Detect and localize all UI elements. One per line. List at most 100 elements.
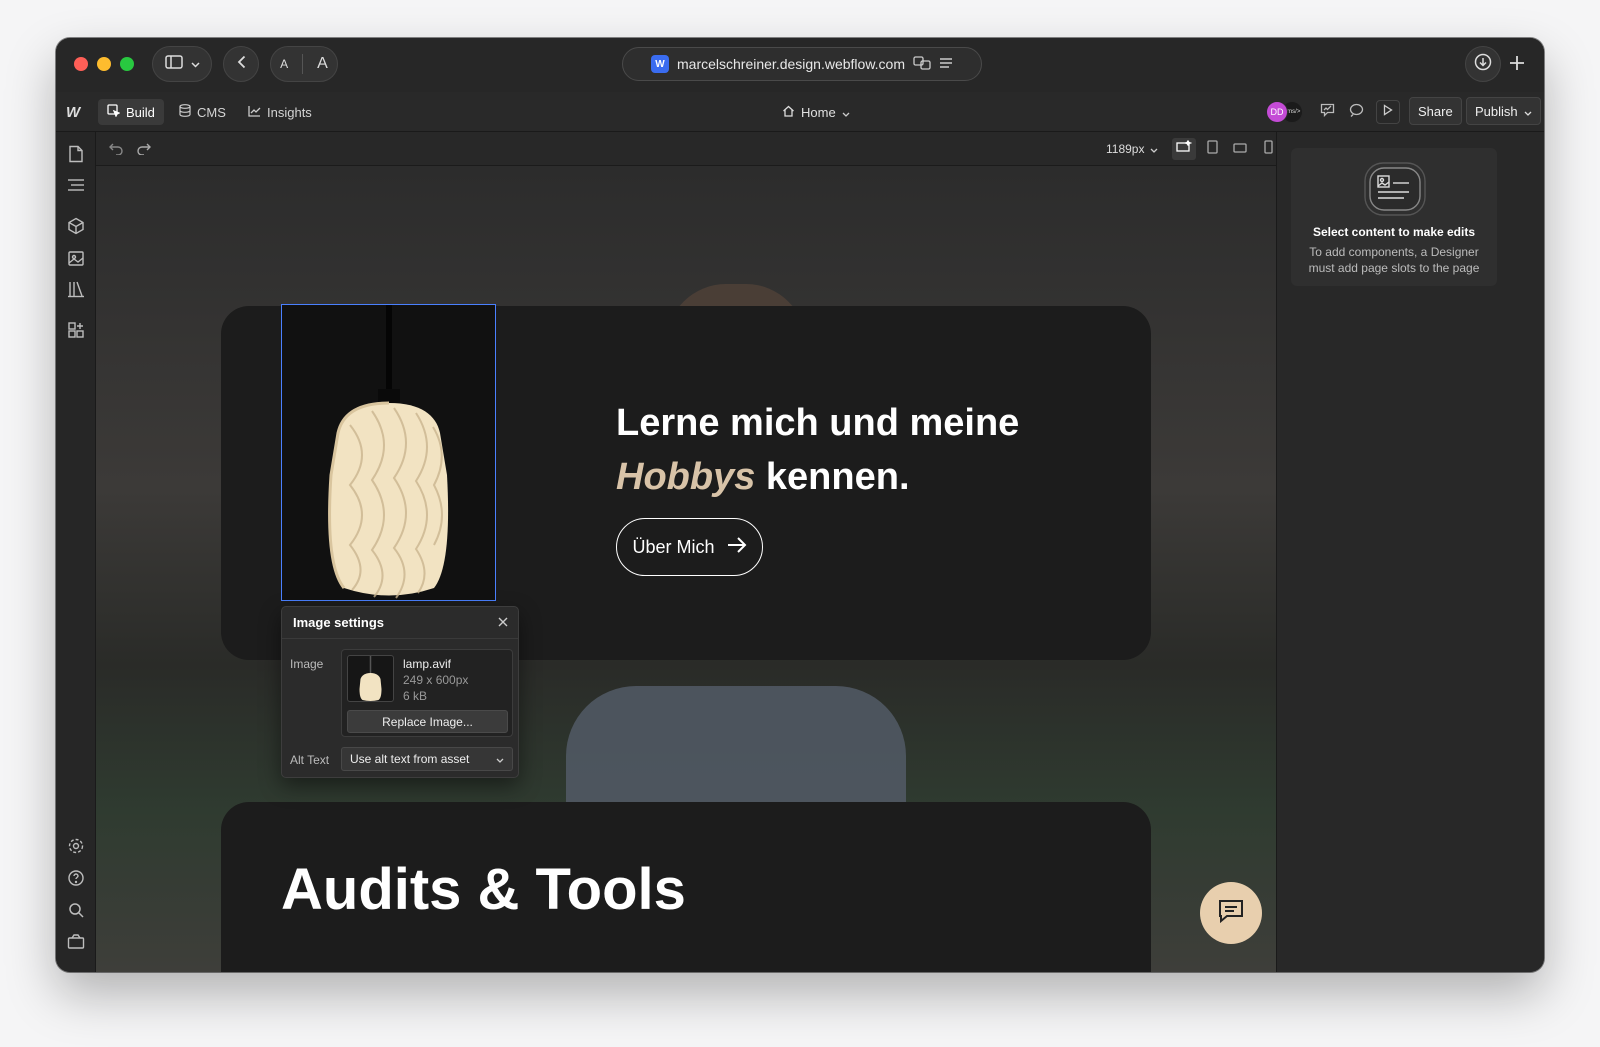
page-selector[interactable]: Home	[782, 99, 850, 125]
canvas-width-value: 1189px	[1106, 142, 1145, 156]
share-button[interactable]: Share	[1409, 97, 1462, 125]
select-content-icon	[1364, 162, 1426, 223]
chevron-down-icon	[496, 752, 504, 766]
comment-button[interactable]	[1345, 101, 1367, 123]
desktop-star-icon	[1176, 139, 1193, 158]
page-selector-label: Home	[801, 104, 836, 120]
tab-insights[interactable]: Insights	[239, 99, 321, 125]
apps-icon[interactable]	[66, 320, 86, 340]
mobile-landscape-icon	[1233, 140, 1247, 158]
empty-state-description: To add components, a Designer must add p…	[1308, 245, 1480, 275]
chevron-down-icon	[1524, 104, 1532, 119]
tab-cms-label: CMS	[197, 104, 226, 120]
comment-icon	[1349, 103, 1364, 122]
tablet-icon	[1206, 139, 1218, 159]
empty-state-card: Select content to make edits To add comp…	[1291, 148, 1497, 286]
annotate-icon	[1320, 103, 1335, 122]
chevron-down-icon	[1150, 142, 1158, 156]
search-icon[interactable]	[66, 900, 86, 920]
publish-button-label: Publish	[1475, 103, 1518, 119]
downloads-button[interactable]	[1465, 46, 1501, 82]
lamp-illustration-icon	[328, 305, 449, 599]
back-button[interactable]	[223, 46, 259, 82]
webflow-logo-icon[interactable]: W	[66, 104, 80, 121]
alt-text-select[interactable]: Use alt text from asset	[341, 747, 513, 771]
popup-title: Image settings	[293, 615, 385, 630]
help-icon[interactable]	[66, 868, 86, 888]
headline-line2: Hobbys kennen.	[616, 450, 1019, 504]
canvas-width-selector[interactable]: 1189px	[1106, 142, 1158, 156]
play-icon	[1383, 103, 1393, 121]
user-avatar[interactable]: DD	[1266, 101, 1288, 123]
popup-header: Image settings	[282, 607, 518, 639]
breakpoint-desktop-button[interactable]	[1172, 138, 1196, 160]
text-smaller-button[interactable]: A	[280, 57, 288, 71]
asset-dimensions: 249 x 600px	[403, 673, 469, 687]
breakpoint-tablet-button[interactable]	[1202, 139, 1222, 159]
address-bar[interactable]: W marcelschreiner.design.webflow.com	[622, 47, 982, 81]
headline-line1: Lerne mich und meine	[616, 402, 1020, 444]
preview-button[interactable]	[1376, 100, 1400, 124]
chevron-down-icon	[842, 105, 850, 120]
components-icon[interactable]	[66, 216, 86, 236]
ueber-mich-button[interactable]: Über Mich	[616, 518, 763, 576]
webflow-favicon-icon: W	[651, 55, 669, 73]
breakpoint-landscape-button[interactable]	[1230, 139, 1250, 159]
browser-window: A A W marcelschreiner.design.webflow.com…	[56, 38, 1544, 972]
chat-icon	[1218, 899, 1244, 928]
divider	[302, 54, 304, 74]
image-settings-popup: Image settings Image lamp.avif 249 x 600…	[281, 606, 519, 778]
undo-icon[interactable]	[106, 139, 126, 159]
chevron-down-icon	[190, 55, 200, 73]
alt-text-value: Use alt text from asset	[350, 752, 470, 766]
video-tutorials-icon[interactable]	[66, 932, 86, 952]
download-icon	[1474, 53, 1492, 76]
publish-button[interactable]: Publish	[1466, 97, 1541, 125]
mobile-portrait-icon	[1263, 139, 1273, 159]
left-sidebar	[56, 132, 96, 972]
lamp-image[interactable]	[281, 304, 496, 601]
minimize-window-button[interactable]	[97, 57, 111, 71]
right-panel: Select content to make edits To add comp…	[1276, 132, 1544, 972]
browser-titlebar: A A W marcelschreiner.design.webflow.com	[56, 38, 1544, 92]
reader-icon[interactable]	[939, 56, 953, 72]
redo-icon[interactable]	[134, 139, 154, 159]
asset-size: 6 kB	[403, 689, 428, 703]
empty-state-title: Select content to make edits	[1312, 225, 1476, 239]
tab-cms[interactable]: CMS	[170, 99, 235, 125]
library-icon[interactable]	[66, 279, 86, 299]
share-button-label: Share	[1418, 103, 1453, 119]
canvas-toolbar: 1189px	[96, 132, 1302, 166]
text-size-group: A A	[270, 46, 338, 82]
sidebar-icon	[164, 54, 183, 74]
new-tab-button[interactable]	[1502, 50, 1532, 80]
arrow-right-icon	[727, 536, 747, 558]
chevron-left-icon	[237, 55, 246, 74]
tab-build-label: Build	[126, 104, 155, 120]
close-window-button[interactable]	[74, 57, 88, 71]
tab-insights-label: Insights	[267, 104, 312, 120]
image-label: Image	[290, 657, 324, 671]
database-icon	[179, 104, 191, 120]
navigator-icon[interactable]	[66, 175, 86, 195]
chart-icon	[248, 105, 261, 120]
assets-icon[interactable]	[66, 248, 86, 268]
cursor-icon	[107, 104, 121, 120]
replace-image-button[interactable]: Replace Image...	[347, 710, 508, 733]
hero-headline[interactable]: Lerne mich und meine Hobbys kennen.	[616, 396, 1019, 504]
pages-icon[interactable]	[66, 144, 86, 164]
breakpoint-portrait-button[interactable]	[1258, 139, 1278, 159]
chat-button[interactable]	[1200, 882, 1262, 944]
design-canvas[interactable]: Lerne mich und meine Hobbys kennen. Über…	[96, 166, 1276, 972]
section-title[interactable]: Audits & Tools	[281, 856, 686, 923]
tab-build[interactable]: Build	[98, 99, 164, 125]
settings-icon[interactable]	[66, 836, 86, 856]
zoom-window-button[interactable]	[120, 57, 134, 71]
sidebar-toggle-button[interactable]	[152, 46, 212, 82]
translate-icon[interactable]	[913, 55, 931, 73]
asset-filename: lamp.avif	[403, 657, 452, 671]
close-icon[interactable]	[498, 615, 508, 630]
text-larger-button[interactable]: A	[317, 55, 328, 73]
comments-list-button[interactable]	[1316, 101, 1338, 123]
webflow-toolbar: W Build CMS Insights Home <ms/> DD Share…	[56, 92, 1544, 132]
